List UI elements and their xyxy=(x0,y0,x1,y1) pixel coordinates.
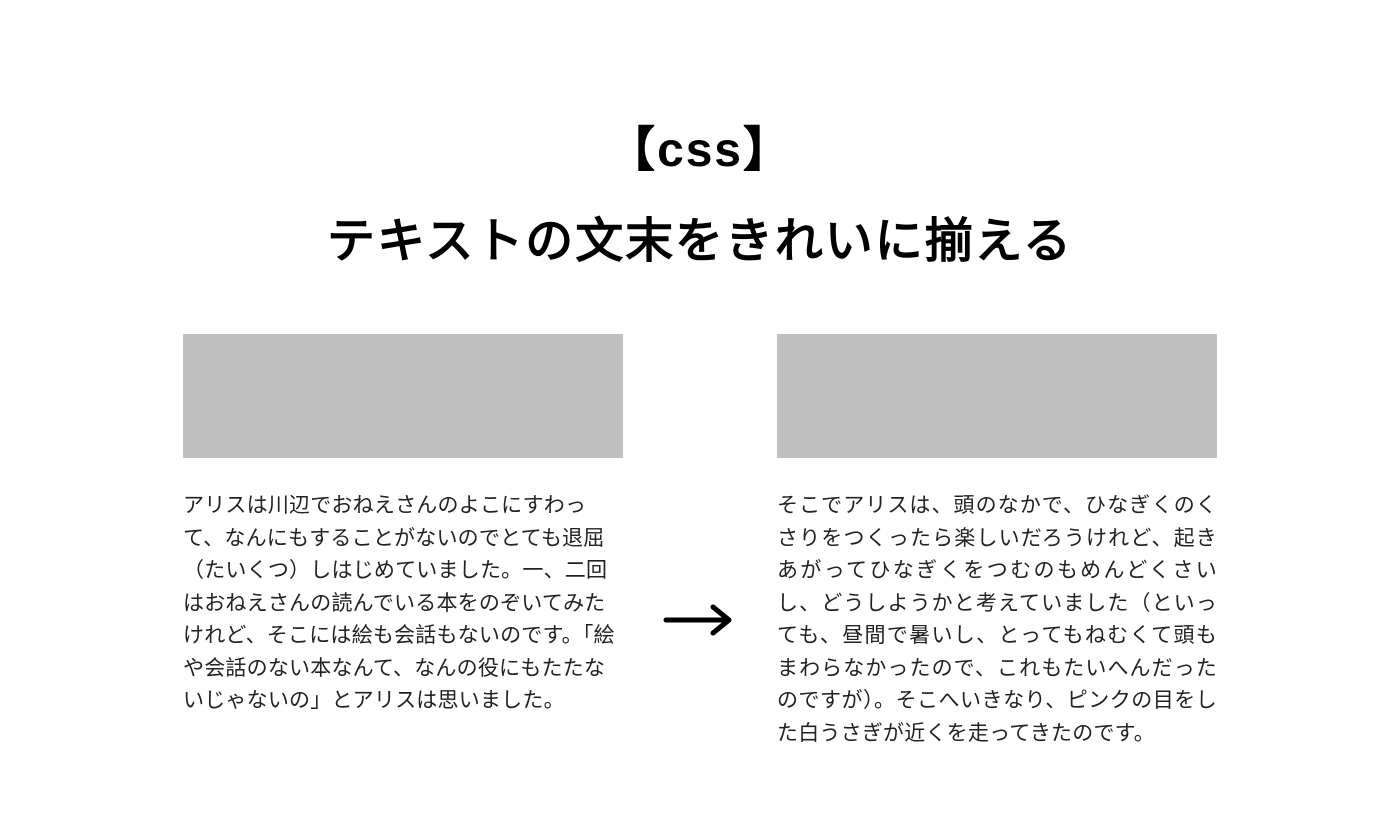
panels-container: アリスは川辺でおねえさんのよこにすわって、なんにもすることがないのでとても退屈（… xyxy=(183,334,1217,750)
image-placeholder-right xyxy=(777,334,1217,458)
image-placeholder-left xyxy=(183,334,623,458)
panel-right: そこでアリスは、頭のなかで、ひなぎくのくさりをつくったら楽しいだろうけれど、起き… xyxy=(777,334,1217,750)
arrow-container xyxy=(660,603,740,637)
panel-left: アリスは川辺でおねえさんのよこにすわって、なんにもすることがないのでとても退屈（… xyxy=(183,334,623,718)
arrow-right-icon xyxy=(663,603,737,637)
body-text-right: そこでアリスは、頭のなかで、ひなぎくのくさりをつくったら楽しいだろうけれど、起き… xyxy=(777,490,1217,750)
title-line-2: テキストの文末をきれいに揃える xyxy=(0,196,1400,287)
title-block: 【css】 テキストの文末をきれいに揃える xyxy=(0,105,1400,287)
title-line-1: 【css】 xyxy=(0,105,1400,196)
body-text-left: アリスは川辺でおねえさんのよこにすわって、なんにもすることがないのでとても退屈（… xyxy=(183,490,623,718)
